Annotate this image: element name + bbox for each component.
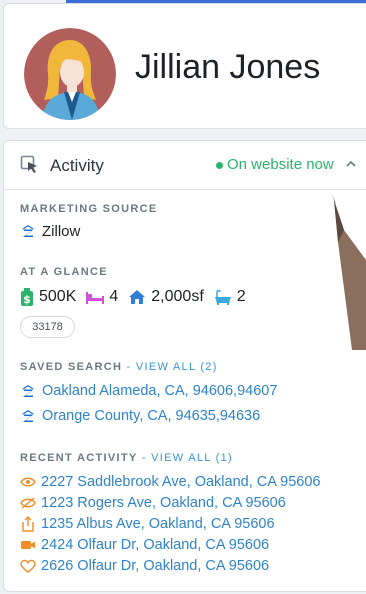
avatar [24, 28, 116, 120]
price-tag-icon: $ [21, 288, 33, 306]
profile-card: Jillian Jones [3, 3, 366, 129]
at-a-glance-row: $ 500K 4 2,000sf 2 [20, 287, 256, 307]
zillow-icon [22, 385, 34, 397]
home-icon [129, 290, 146, 304]
online-status-text: On website now [227, 156, 334, 173]
profile-name: Jillian Jones [135, 48, 321, 86]
saved-search-title: SAVED SEARCH [20, 361, 123, 373]
activity-header[interactable]: Activity On website now [4, 141, 366, 189]
baths-item: 2 [214, 288, 246, 306]
baths-value: 2 [236, 288, 246, 305]
price-value: 500K [39, 288, 77, 305]
recent-activity-item[interactable]: 2626 Olfaur Dr, Oakland, CA 95606 [20, 557, 269, 575]
saved-search-link[interactable]: Oakland Alameda, CA, 94606,94607 [42, 383, 277, 399]
recent-activity-label: RECENT ACTIVITY - VIEW ALL (1) [20, 452, 233, 464]
svg-text:$: $ [23, 293, 31, 306]
recent-activity-link[interactable]: 2626 Olfaur Dr, Oakland, CA 95606 [41, 558, 269, 574]
sqft-item: 2,000sf [128, 288, 204, 306]
video-icon [21, 541, 35, 549]
share-icon [22, 516, 34, 532]
heart-icon [20, 559, 36, 573]
cursor-click-icon [20, 155, 37, 173]
recent-activity-link[interactable]: 2424 Olfaur Dr, Oakland, CA 95606 [41, 537, 269, 553]
bed-icon [86, 292, 105, 304]
saved-search-link[interactable]: Orange County, CA, 94635,94636 [42, 408, 260, 424]
saved-search-item[interactable]: Oakland Alameda, CA, 94606,94607 [20, 381, 277, 401]
marketing-source-label: MARKETING SOURCE [20, 203, 158, 215]
eye-off-icon [20, 497, 36, 509]
beds-value: 4 [109, 288, 119, 305]
price-item: $ 500K [20, 288, 76, 306]
saved-search-item[interactable]: Orange County, CA, 94635,94636 [20, 406, 260, 426]
recent-activity-view-all-link[interactable]: - VIEW ALL (1) [138, 452, 234, 464]
header-divider [4, 189, 366, 190]
bathtub-icon [214, 289, 231, 305]
activity-title: Activity [50, 156, 104, 175]
recent-activity-item[interactable]: 2424 Olfaur Dr, Oakland, CA 95606 [20, 536, 269, 554]
marketing-source-value: Zillow [42, 222, 81, 240]
recent-activity-item[interactable]: 2227 Saddlebrook Ave, Oakland, CA 95606 [20, 473, 320, 491]
recent-activity-link[interactable]: 2227 Saddlebrook Ave, Oakland, CA 95606 [41, 474, 320, 490]
sqft-value: 2,000sf [151, 288, 204, 305]
saved-search-label: SAVED SEARCH - VIEW ALL (2) [20, 361, 218, 373]
zillow-icon [22, 225, 34, 237]
beds-item: 4 [86, 288, 118, 306]
saved-search-view-all-link[interactable]: - VIEW ALL (2) [122, 361, 218, 373]
stylus-overlay [332, 194, 366, 350]
marketing-source-row: Zillow [20, 221, 80, 241]
online-status-dot [216, 162, 223, 169]
chevron-up-icon[interactable] [344, 157, 358, 171]
zip-chip[interactable]: 33178 [20, 316, 75, 338]
recent-activity-link[interactable]: 1235 Albus Ave, Oakland, CA 95606 [41, 516, 275, 532]
recent-activity-item[interactable]: 1223 Rogers Ave, Oakland, CA 95606 [20, 494, 286, 512]
eye-icon [20, 477, 36, 487]
recent-activity-item[interactable]: 1235 Albus Ave, Oakland, CA 95606 [20, 515, 275, 533]
zillow-icon [22, 410, 34, 422]
at-a-glance-label: AT A GLANCE [20, 266, 108, 278]
recent-activity-title: RECENT ACTIVITY [20, 452, 138, 464]
activity-card: Activity On website now MARKETING SOURCE… [3, 140, 366, 592]
recent-activity-link[interactable]: 1223 Rogers Ave, Oakland, CA 95606 [41, 495, 286, 511]
